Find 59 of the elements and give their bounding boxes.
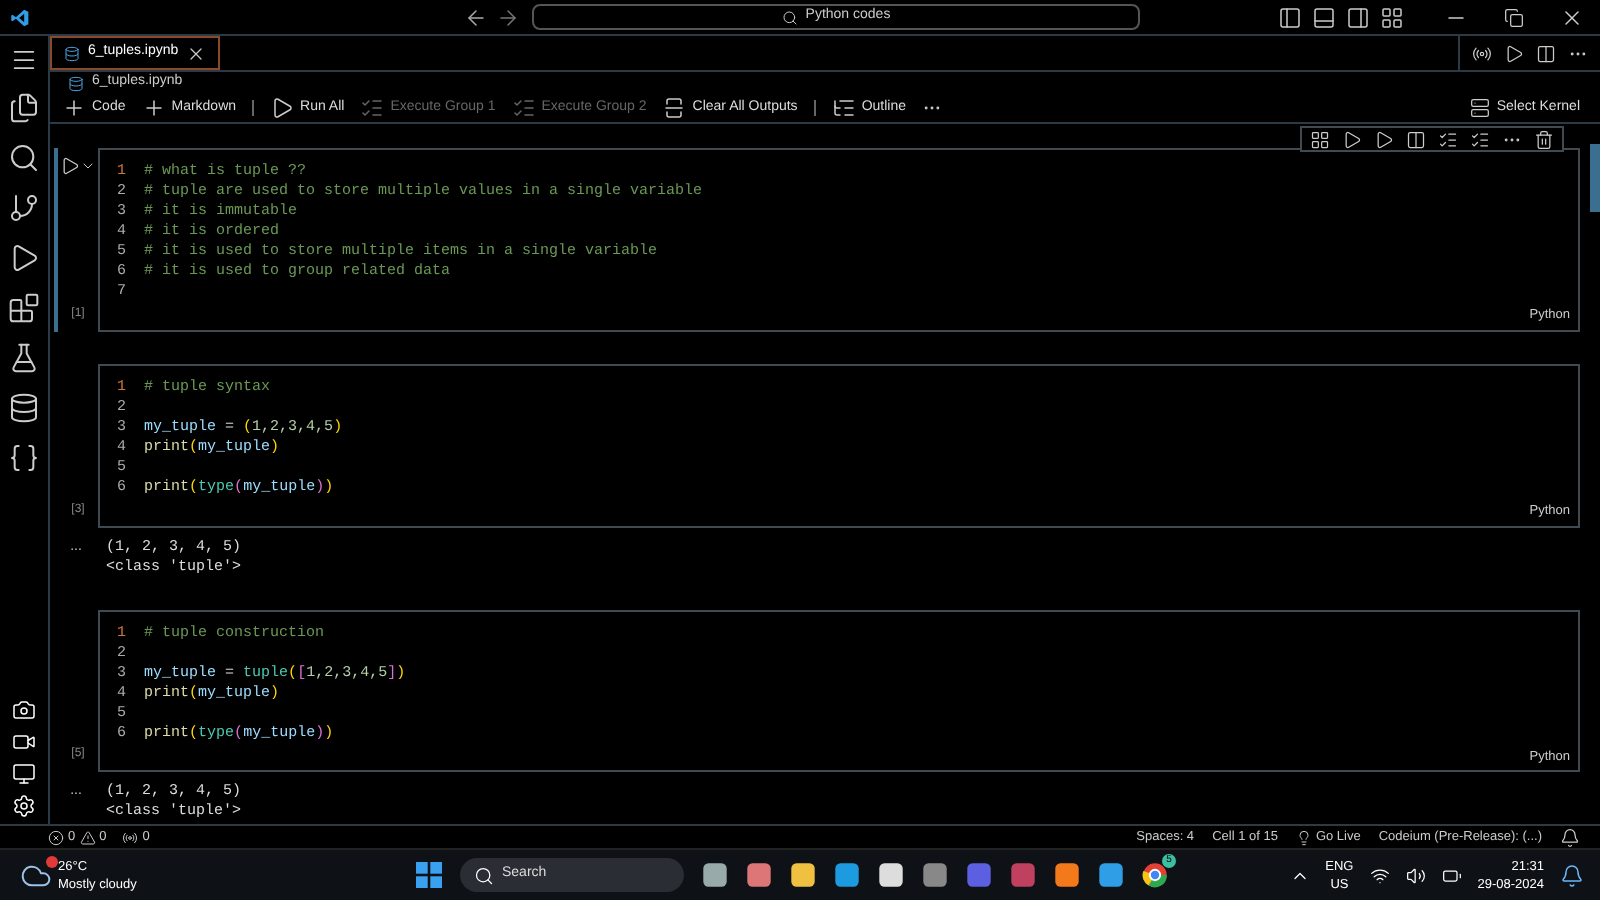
close-tab-icon[interactable]: [186, 43, 207, 63]
settings-icon[interactable]: [12, 794, 36, 818]
layout-icon[interactable]: [1380, 5, 1404, 29]
group-icon: [360, 96, 385, 120]
run-cell-icon[interactable]: [60, 156, 80, 176]
panel-right-icon[interactable]: [1346, 5, 1370, 29]
app-icon[interactable]: [702, 862, 728, 888]
flask-icon[interactable]: [8, 342, 40, 374]
run-above-icon[interactable]: [1342, 129, 1362, 149]
ports-icon: [122, 829, 139, 845]
split-icon[interactable]: [1310, 129, 1330, 149]
warning-icon: [79, 829, 96, 845]
restore-icon[interactable]: [1504, 7, 1524, 27]
wifi-icon[interactable]: [1369, 865, 1390, 885]
outline-icon: [831, 96, 856, 120]
menu-icon[interactable]: [10, 46, 38, 74]
camera-icon[interactable]: [12, 698, 36, 722]
explorer-icon[interactable]: [8, 92, 40, 124]
run-debug-icon[interactable]: [8, 242, 40, 274]
alert-badge: [46, 855, 58, 867]
notifications-icon[interactable]: [1560, 827, 1580, 847]
start-icon[interactable]: [416, 862, 442, 888]
screen-icon[interactable]: [12, 762, 36, 786]
group-icon: [511, 96, 536, 120]
search-icon: [781, 9, 798, 25]
split-cell-icon[interactable]: [1406, 129, 1426, 149]
braces-icon[interactable]: [8, 442, 40, 474]
video-icon[interactable]: [12, 730, 36, 754]
delete-icon[interactable]: [1534, 129, 1554, 149]
scrollbar-thumb[interactable]: [1590, 144, 1600, 212]
back-icon[interactable]: [464, 5, 488, 29]
plus-icon: [141, 96, 166, 120]
run-icon: [270, 96, 295, 120]
app-icon[interactable]: [922, 862, 948, 888]
group-icon[interactable]: [1438, 129, 1458, 149]
chevron-down-icon[interactable]: [80, 158, 96, 174]
run-below-icon[interactable]: [1374, 129, 1394, 149]
forward-icon[interactable]: [496, 5, 520, 29]
database-icon[interactable]: [8, 392, 40, 424]
search-icon[interactable]: [8, 142, 40, 174]
kernel-icon: [1470, 98, 1491, 118]
plus-icon: [62, 96, 86, 120]
close-icon[interactable]: [1560, 5, 1584, 29]
error-icon: [48, 829, 64, 845]
vscode-logo: [10, 7, 30, 27]
run-icon[interactable]: [1504, 43, 1524, 63]
notifications-icon[interactable]: [1560, 863, 1584, 887]
battery-icon[interactable]: [1441, 865, 1462, 885]
clear-icon: [662, 96, 687, 120]
split-editor-icon[interactable]: [1536, 43, 1556, 63]
search-icon: [474, 865, 494, 885]
panel-bottom-icon[interactable]: [1312, 5, 1336, 29]
group-icon[interactable]: [1470, 129, 1490, 149]
app-icon[interactable]: [966, 862, 992, 888]
chrome-icon[interactable]: [1142, 862, 1168, 888]
volume-icon[interactable]: [1405, 865, 1426, 885]
source-control-icon[interactable]: [8, 192, 40, 224]
extensions-icon[interactable]: [8, 292, 40, 324]
panel-left-icon[interactable]: [1278, 5, 1302, 29]
